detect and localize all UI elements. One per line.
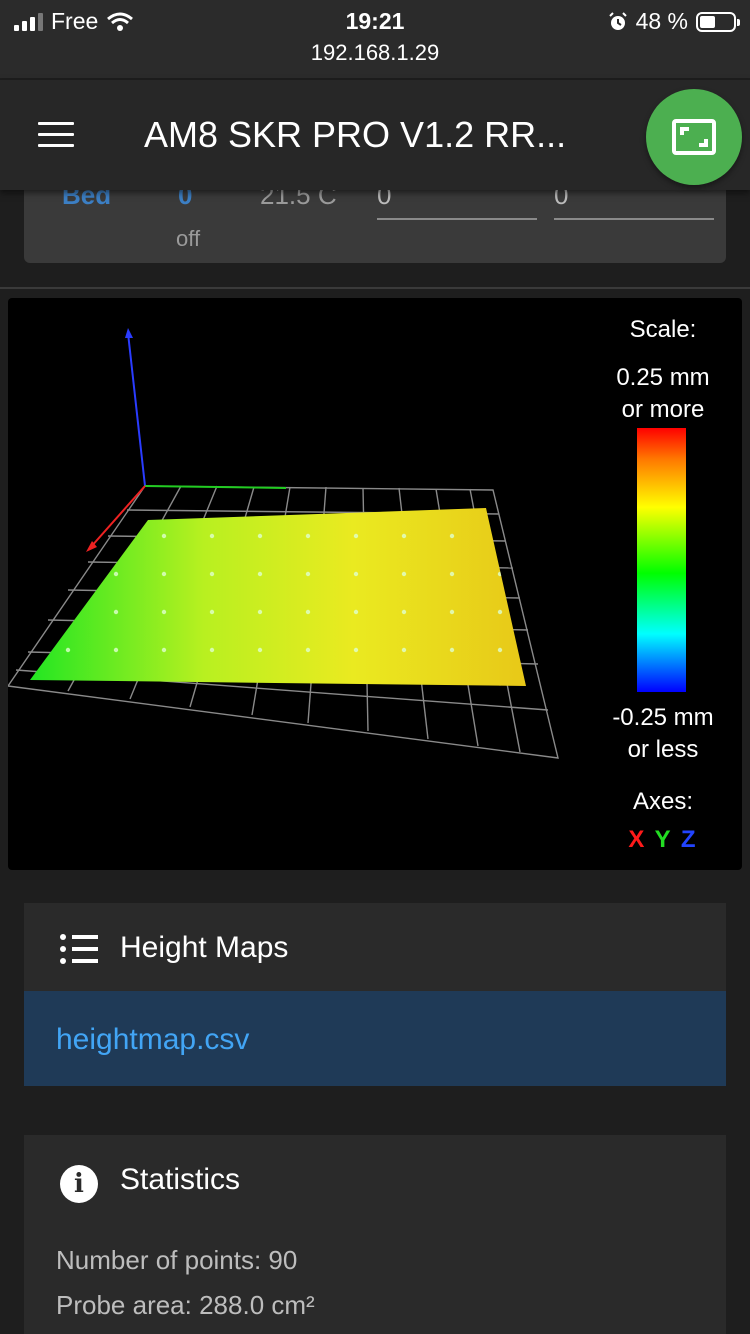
- info-icon: i: [60, 1165, 98, 1203]
- axes-title: Axes:: [632, 788, 694, 815]
- height-maps-header: Height Maps: [24, 903, 726, 991]
- list-item[interactable]: heightmap.csv: [24, 991, 726, 1086]
- scale-min-note: or less: [627, 736, 699, 763]
- status-right: 48 %: [608, 8, 740, 35]
- alarm-icon: [608, 11, 627, 30]
- scale-min-value: -0.25 mm: [612, 704, 714, 731]
- scale-max-label: 0.25 mm or more: [588, 362, 738, 426]
- scale-min-label: -0.25 mm or less: [588, 702, 738, 766]
- battery-percent: 48 %: [635, 8, 688, 34]
- battery-icon: [696, 11, 740, 32]
- heightmap-file-link[interactable]: heightmap.csv: [56, 1023, 249, 1057]
- y-axis: [144, 485, 287, 489]
- stat-points: Number of points: 90: [56, 1245, 298, 1275]
- fullscreen-icon: [672, 119, 716, 155]
- statistics-title: Statistics: [120, 1163, 241, 1196]
- scale-max-note: or more: [621, 396, 705, 423]
- list-icon: [60, 934, 98, 965]
- url-bar[interactable]: 192.168.1.29: [0, 40, 750, 66]
- statistics-card: i Statistics Number of points: 90 Probe …: [24, 1135, 726, 1334]
- stat-area: Probe area: 288.0 cm²: [56, 1290, 315, 1320]
- status-bar: Free 19:21 192.168.1.29 48 %: [0, 0, 750, 78]
- height-maps-title: Height Maps: [120, 931, 289, 964]
- height-maps-card: Height Maps heightmap.csv: [24, 903, 726, 1086]
- scale-max-value: 0.25 mm: [616, 364, 710, 391]
- axis-x-label: X: [628, 826, 647, 853]
- fullscreen-button[interactable]: [646, 89, 742, 185]
- scale-title: Scale:: [629, 316, 697, 343]
- probe-points: [30, 508, 526, 686]
- app-bar: AM8 SKR PRO V1.2 RR...: [0, 80, 750, 190]
- axis-y-label: Y: [654, 826, 673, 853]
- heightmap-viewer[interactable]: Scale: 0.25 mm or more -0.25 mm or less …: [8, 298, 742, 870]
- axis-z-label: Z: [680, 826, 698, 853]
- page-title: AM8 SKR PRO V1.2 RR...: [144, 114, 567, 155]
- axes-legend: X Y Z: [588, 826, 738, 854]
- section-divider: [0, 287, 750, 289]
- heater-state[interactable]: off: [176, 226, 200, 252]
- color-scale-bar: [637, 428, 686, 692]
- z-axis: [127, 332, 146, 487]
- statistics-header: i Statistics: [24, 1135, 726, 1223]
- menu-icon[interactable]: [38, 122, 74, 148]
